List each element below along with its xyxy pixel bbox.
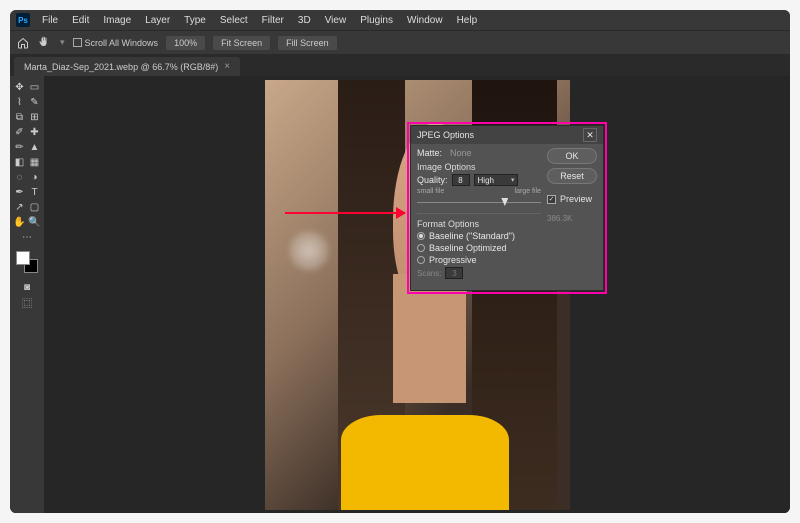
blur-tool-icon[interactable]: ◌ xyxy=(13,170,27,184)
hand-tool-icon[interactable] xyxy=(38,36,52,50)
workspace: ✥▭ ⌇✎ ⧉⊞ ✐✚ ✏▲ ◧▦ ◌◑ ✒T ↗▢ ✋🔍 ⋯ ◙ ⿴ xyxy=(10,76,790,513)
artboard-tool-icon[interactable]: ▭ xyxy=(28,80,42,94)
scans-label: Scans: xyxy=(417,269,441,278)
scans-input: 3 xyxy=(445,267,463,279)
quality-preset-select[interactable]: High xyxy=(474,174,518,186)
radio-icon xyxy=(417,232,425,240)
quality-input[interactable]: 8 xyxy=(452,174,470,186)
document-tab[interactable]: Marta_Diaz-Sep_2021.webp @ 66.7% (RGB/8#… xyxy=(14,57,240,76)
hand-tool-icon-2[interactable]: ✋ xyxy=(13,215,27,229)
lasso-tool-icon[interactable]: ⌇ xyxy=(13,95,27,109)
path-tool-icon[interactable]: ↗ xyxy=(13,200,27,214)
document-tab-label: Marta_Diaz-Sep_2021.webp @ 66.7% (RGB/8#… xyxy=(24,62,218,72)
checkbox-icon xyxy=(547,195,556,204)
menu-bar: Ps File Edit Image Layer Type Select Fil… xyxy=(10,10,790,30)
matte-value[interactable]: None xyxy=(450,148,472,158)
matte-label: Matte: xyxy=(417,148,442,158)
menu-file[interactable]: File xyxy=(36,13,64,28)
dodge-tool-icon[interactable]: ◑ xyxy=(28,170,42,184)
ok-button[interactable]: OK xyxy=(547,148,597,164)
brush-tool-icon[interactable]: ✏ xyxy=(13,140,27,154)
annotation-arrow xyxy=(285,212,405,214)
menu-image[interactable]: Image xyxy=(97,13,137,28)
progressive-radio[interactable]: Progressive xyxy=(417,255,541,265)
color-swatch[interactable] xyxy=(16,251,38,273)
heal-tool-icon[interactable]: ✚ xyxy=(28,125,42,139)
dialog-close-button[interactable]: ✕ xyxy=(583,128,597,142)
baseline-optimized-label: Baseline Optimized xyxy=(429,243,507,253)
tools-panel: ✥▭ ⌇✎ ⧉⊞ ✐✚ ✏▲ ◧▦ ◌◑ ✒T ↗▢ ✋🔍 ⋯ ◙ ⿴ xyxy=(10,76,44,513)
baseline-standard-radio[interactable]: Baseline ("Standard") xyxy=(417,231,541,241)
quality-slider[interactable] xyxy=(417,198,541,208)
menu-plugins[interactable]: Plugins xyxy=(354,13,399,28)
tab-close-icon[interactable]: × xyxy=(224,61,230,72)
fit-screen-button[interactable]: Fit Screen xyxy=(213,36,270,50)
document-tab-bar: Marta_Diaz-Sep_2021.webp @ 66.7% (RGB/8#… xyxy=(10,54,790,76)
crop-tool-icon[interactable]: ⧉ xyxy=(13,110,27,124)
stamp-tool-icon[interactable]: ▲ xyxy=(28,140,42,154)
radio-icon xyxy=(417,244,425,252)
filesize-text: 386.3K xyxy=(547,214,597,223)
baseline-optimized-radio[interactable]: Baseline Optimized xyxy=(417,243,541,253)
radio-icon xyxy=(417,256,425,264)
quickselect-tool-icon[interactable]: ✎ xyxy=(28,95,42,109)
menu-filter[interactable]: Filter xyxy=(256,13,290,28)
eyedropper-tool-icon[interactable]: ✐ xyxy=(13,125,27,139)
type-tool-icon[interactable]: T xyxy=(28,185,42,199)
preview-checkbox[interactable]: Preview xyxy=(547,194,597,204)
menu-select[interactable]: Select xyxy=(214,13,254,28)
menu-view[interactable]: View xyxy=(319,13,353,28)
jpeg-options-dialog: JPEG Options ✕ Matte: None Image Options… xyxy=(410,125,604,291)
zoom-tool-icon[interactable]: 🔍 xyxy=(28,215,42,229)
scroll-all-windows-checkbox[interactable]: Scroll All Windows xyxy=(73,38,159,48)
shape-tool-icon[interactable]: ▢ xyxy=(28,200,42,214)
quickmask-icon[interactable]: ◙ xyxy=(13,280,41,294)
move-tool-icon[interactable]: ✥ xyxy=(13,80,27,94)
slider-large-label: large file xyxy=(515,188,541,195)
zoom-100-button[interactable]: 100% xyxy=(166,36,205,50)
image-options-heading: Image Options xyxy=(417,162,541,172)
reset-button[interactable]: Reset xyxy=(547,168,597,184)
preview-label: Preview xyxy=(560,194,592,204)
gradient-tool-icon[interactable]: ▦ xyxy=(28,155,42,169)
options-bar: ▾ Scroll All Windows 100% Fit Screen Fil… xyxy=(10,30,790,54)
screenmode-icon[interactable]: ⿴ xyxy=(13,295,41,309)
pen-tool-icon[interactable]: ✒ xyxy=(13,185,27,199)
home-icon[interactable] xyxy=(16,36,30,50)
slider-small-label: small file xyxy=(417,188,444,195)
edit-toolbar-icon[interactable]: ⋯ xyxy=(13,230,41,244)
eraser-tool-icon[interactable]: ◧ xyxy=(13,155,27,169)
frame-tool-icon[interactable]: ⊞ xyxy=(28,110,42,124)
menu-help[interactable]: Help xyxy=(451,13,484,28)
quality-label: Quality: xyxy=(417,175,448,185)
dialog-title-text: JPEG Options xyxy=(417,130,474,140)
dialog-titlebar[interactable]: JPEG Options ✕ xyxy=(411,126,603,144)
scroll-all-label: Scroll All Windows xyxy=(85,38,159,48)
app-logo: Ps xyxy=(16,13,30,27)
menu-layer[interactable]: Layer xyxy=(139,13,176,28)
fill-screen-button[interactable]: Fill Screen xyxy=(278,36,337,50)
menu-edit[interactable]: Edit xyxy=(66,13,95,28)
app-window: Ps File Edit Image Layer Type Select Fil… xyxy=(10,10,790,513)
format-options-heading: Format Options xyxy=(417,219,541,229)
menu-type[interactable]: Type xyxy=(178,13,212,28)
progressive-label: Progressive xyxy=(429,255,477,265)
baseline-standard-label: Baseline ("Standard") xyxy=(429,231,515,241)
fg-color-swatch[interactable] xyxy=(16,251,30,265)
menu-3d[interactable]: 3D xyxy=(292,13,317,28)
menu-window[interactable]: Window xyxy=(401,13,449,28)
